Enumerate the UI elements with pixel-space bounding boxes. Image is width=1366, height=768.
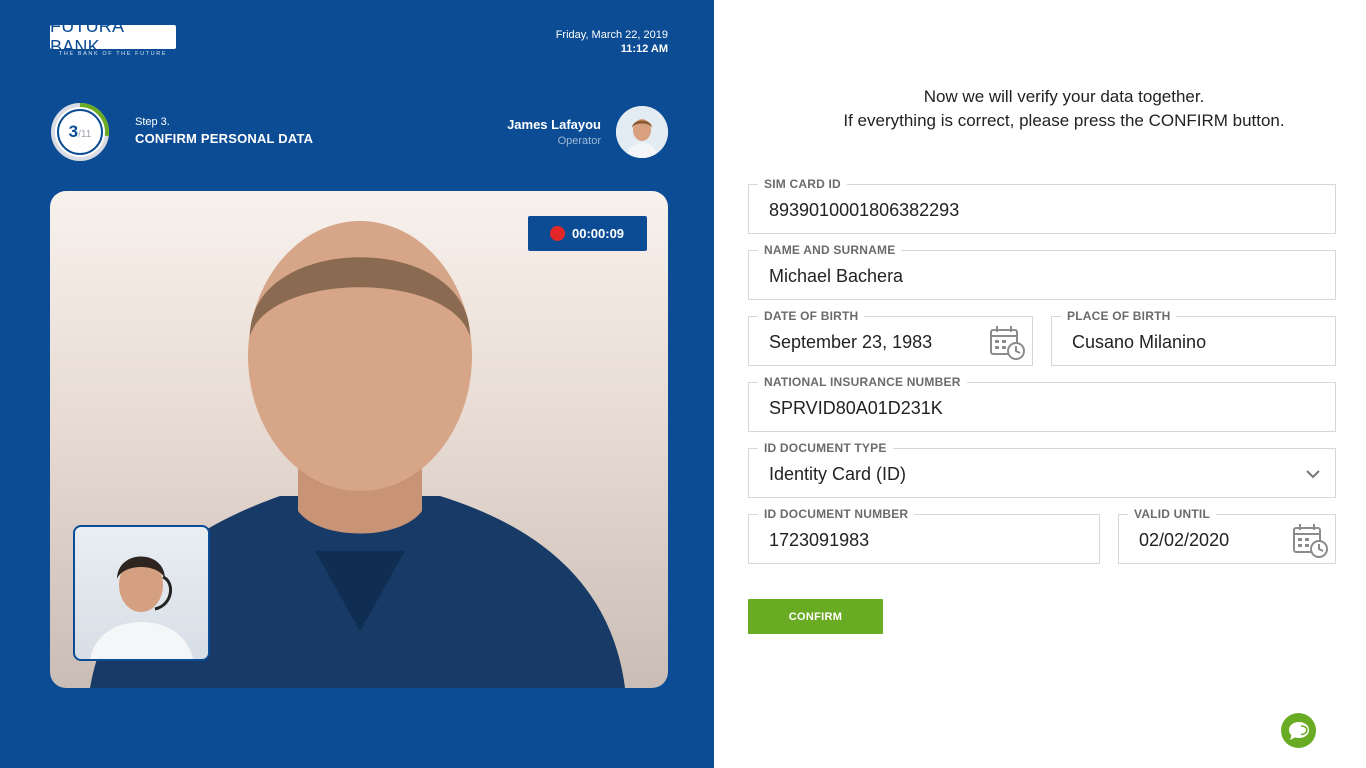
- chat-icon: [1288, 721, 1309, 740]
- record-dot-icon: [550, 226, 565, 241]
- instructions-line-1: Now we will verify your data together.: [923, 87, 1205, 106]
- operator-video-image: [90, 556, 193, 659]
- national-insurance-label: NATIONAL INSURANCE NUMBER: [758, 375, 967, 389]
- video-call-panel: FUTURA BANK THE BANK OF THE FUTURE Frida…: [0, 0, 714, 768]
- valid-until-value[interactable]: 02/02/2020: [1139, 530, 1229, 551]
- logo-box: FUTURA BANK: [50, 16, 176, 57]
- operator-info: James Lafayou Operator: [507, 117, 601, 147]
- place-of-birth-field[interactable]: PLACE OF BIRTH Cusano Milanino: [1051, 309, 1336, 366]
- id-document-number-field[interactable]: ID DOCUMENT NUMBER 1723091983: [748, 507, 1100, 564]
- operator-avatar-graphic: [616, 106, 668, 158]
- id-document-type-label: ID DOCUMENT TYPE: [758, 441, 893, 455]
- valid-until-label: VALID UNTIL: [1128, 507, 1216, 521]
- operator-avatar: [616, 106, 668, 158]
- id-document-number-label: ID DOCUMENT NUMBER: [758, 507, 915, 521]
- date-of-birth-field[interactable]: DATE OF BIRTH September 23, 1983: [748, 309, 1033, 366]
- operator-role: Operator: [557, 135, 601, 147]
- confirm-button[interactable]: CONFIRM: [748, 599, 883, 634]
- national-insurance-field[interactable]: NATIONAL INSURANCE NUMBER SPRVID80A01D23…: [748, 375, 1336, 432]
- logo-tagline: THE BANK OF THE FUTURE: [58, 51, 168, 57]
- name-surname-field[interactable]: NAME AND SURNAME Michael Bachera: [748, 243, 1336, 300]
- operator-name: James Lafayou: [507, 117, 601, 132]
- sim-card-id-value[interactable]: 8939010001806382293: [769, 200, 959, 221]
- progress-current: 3: [68, 122, 79, 141]
- verification-instructions: Now we will verify your data together. I…: [714, 85, 1366, 133]
- valid-until-field[interactable]: VALID UNTIL 02/02/2020: [1118, 507, 1336, 564]
- step-number: Step 3.: [135, 116, 170, 128]
- verification-panel: Now we will verify your data together. I…: [714, 0, 1366, 768]
- sim-card-id-label: SIM CARD ID: [758, 177, 847, 191]
- date-of-birth-label: DATE OF BIRTH: [758, 309, 865, 323]
- date-of-birth-value[interactable]: September 23, 1983: [769, 332, 932, 353]
- place-of-birth-label: PLACE OF BIRTH: [1061, 309, 1177, 323]
- step-progress-ring: 3 /11: [50, 102, 110, 162]
- recording-timer: 00:00:09: [572, 226, 625, 241]
- current-time: 11:12 AM: [620, 43, 668, 55]
- bank-logo: FUTURA BANK THE BANK OF THE FUTURE: [50, 16, 176, 59]
- recording-indicator: 00:00:09: [528, 216, 647, 251]
- chevron-down-icon[interactable]: [1305, 466, 1321, 482]
- id-document-type-select[interactable]: ID DOCUMENT TYPE Identity Card (ID): [748, 441, 1336, 498]
- sim-card-id-field[interactable]: SIM CARD ID 8939010001806382293: [748, 177, 1336, 234]
- step-info: Step 3. CONFIRM PERSONAL DATA: [135, 116, 313, 146]
- current-date: Friday, March 22, 2019: [555, 29, 668, 41]
- step-title: CONFIRM PERSONAL DATA: [135, 131, 314, 146]
- chat-button[interactable]: [1281, 713, 1316, 748]
- calendar-clock-icon[interactable]: [988, 324, 1026, 360]
- progress-total: /11: [78, 129, 92, 140]
- id-document-number-value[interactable]: 1723091983: [769, 530, 869, 551]
- calendar-clock-icon[interactable]: [1291, 522, 1329, 558]
- id-document-type-value[interactable]: Identity Card (ID): [769, 464, 906, 485]
- operator-video-thumbnail[interactable]: [73, 525, 210, 661]
- customer-video-feed: 00:00:09: [50, 191, 668, 688]
- progress-counter: 3 /11: [50, 102, 110, 162]
- instructions-line-2: If everything is correct, please press t…: [843, 111, 1285, 130]
- national-insurance-value[interactable]: SPRVID80A01D231K: [769, 398, 943, 419]
- current-datetime: Friday, March 22, 2019 11:12 AM: [556, 28, 668, 56]
- name-surname-value[interactable]: Michael Bachera: [769, 266, 903, 287]
- place-of-birth-value[interactable]: Cusano Milanino: [1072, 332, 1206, 353]
- name-surname-label: NAME AND SURNAME: [758, 243, 902, 257]
